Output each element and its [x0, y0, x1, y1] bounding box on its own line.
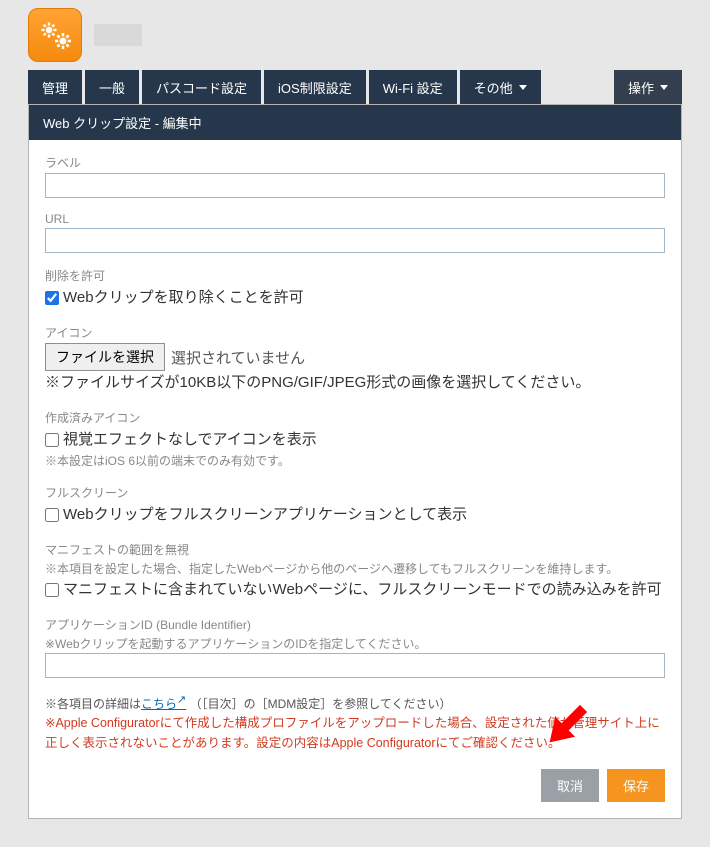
- save-button[interactable]: 保存: [607, 769, 665, 802]
- precomposed-text: 視覚エフェクトなしでアイコンを表示: [63, 428, 317, 452]
- field-ignore-manifest: マニフェストの範囲を無視 ※本項目を設定した場合、指定したWebページから他のペ…: [45, 541, 665, 602]
- precomposed-label: 作成済みアイコン: [45, 409, 665, 426]
- tab-passcode[interactable]: パスコード設定: [142, 70, 261, 104]
- button-row: 取消 保存: [45, 769, 665, 802]
- fullscreen-text: Webクリップをフルスクリーンアプリケーションとして表示: [63, 503, 467, 527]
- field-label: ラベル: [45, 154, 665, 198]
- fullscreen-label: フルスクリーン: [45, 484, 665, 501]
- url-label: URL: [45, 212, 665, 226]
- ignore-manifest-text: マニフェストに含まれていないWebページに、フルスクリーンモードでの読み込みを許…: [63, 578, 662, 602]
- action-menu-button[interactable]: 操作: [614, 70, 682, 104]
- app-title-redacted: [94, 24, 142, 46]
- ignore-manifest-label: マニフェストの範囲を無視: [45, 541, 665, 558]
- bundle-id-label: アプリケーションID (Bundle Identifier): [45, 616, 665, 633]
- note-prefix: ※各項目の詳細は: [45, 697, 141, 711]
- url-input[interactable]: [45, 228, 665, 253]
- warning-text: ※Apple Configuratorにて作成した構成プロファイルをアップロード…: [45, 713, 665, 753]
- tab-wifi[interactable]: Wi-Fi 設定: [369, 70, 457, 104]
- tabs-row: 管理 一般 パスコード設定 iOS制限設定 Wi-Fi 設定 その他 操作: [0, 70, 710, 104]
- field-fullscreen: フルスクリーン Webクリップをフルスクリーンアプリケーションとして表示: [45, 484, 665, 527]
- label-input[interactable]: [45, 173, 665, 198]
- field-url: URL: [45, 212, 665, 253]
- allow-remove-text: Webクリップを取り除くことを許可: [63, 286, 304, 310]
- file-status: 選択されていません: [171, 347, 305, 368]
- allow-remove-label: 削除を許可: [45, 267, 665, 284]
- tab-general[interactable]: 一般: [85, 70, 139, 104]
- icon-label: アイコン: [45, 324, 665, 341]
- bundle-id-input[interactable]: [45, 653, 665, 678]
- app-header: [0, 0, 710, 70]
- field-icon: アイコン ファイルを選択 選択されていません ※ファイルサイズが10KB以下のP…: [45, 324, 665, 395]
- precomposed-help: ※本設定はiOS 6以前の端末でのみ有効です。: [45, 452, 665, 470]
- precomposed-checkbox[interactable]: [45, 433, 59, 447]
- ignore-manifest-checkbox[interactable]: [45, 583, 59, 597]
- app-logo-icon: [28, 8, 82, 62]
- details-link[interactable]: こちら↗: [141, 697, 186, 711]
- cancel-button[interactable]: 取消: [541, 769, 599, 802]
- footer-notes: ※各項目の詳細はこちら↗ （［目次］の［MDM設定］を参照してください） ※Ap…: [45, 692, 665, 753]
- bundle-id-help: ※Webクリップを起動するアプリケーションのIDを指定してください。: [45, 635, 665, 653]
- ignore-manifest-help: ※本項目を設定した場合、指定したWebページから他のページへ遷移してもフルスクリ…: [45, 560, 665, 578]
- fullscreen-checkbox[interactable]: [45, 508, 59, 522]
- file-select-button[interactable]: ファイルを選択: [45, 343, 165, 371]
- field-precomposed: 作成済みアイコン 視覚エフェクトなしでアイコンを表示 ※本設定はiOS 6以前の…: [45, 409, 665, 470]
- field-bundle-id: アプリケーションID (Bundle Identifier) ※Webクリップを…: [45, 616, 665, 678]
- tab-manage[interactable]: 管理: [28, 70, 82, 104]
- tab-other[interactable]: その他: [460, 70, 541, 104]
- panel-title: Web クリップ設定 - 編集中: [29, 105, 681, 140]
- label-label: ラベル: [45, 154, 665, 171]
- tab-ios-restrict[interactable]: iOS制限設定: [264, 70, 366, 104]
- note-suffix: （［目次］の［MDM設定］を参照してください）: [190, 697, 452, 711]
- external-link-icon: ↗: [177, 694, 186, 706]
- field-allow-remove: 削除を許可 Webクリップを取り除くことを許可: [45, 267, 665, 310]
- icon-help: ※ファイルサイズが10KB以下のPNG/GIF/JPEG形式の画像を選択してくだ…: [45, 371, 665, 395]
- allow-remove-checkbox[interactable]: [45, 291, 59, 305]
- settings-panel: Web クリップ設定 - 編集中 ラベル URL 削除を許可 Webクリップを取…: [28, 104, 682, 819]
